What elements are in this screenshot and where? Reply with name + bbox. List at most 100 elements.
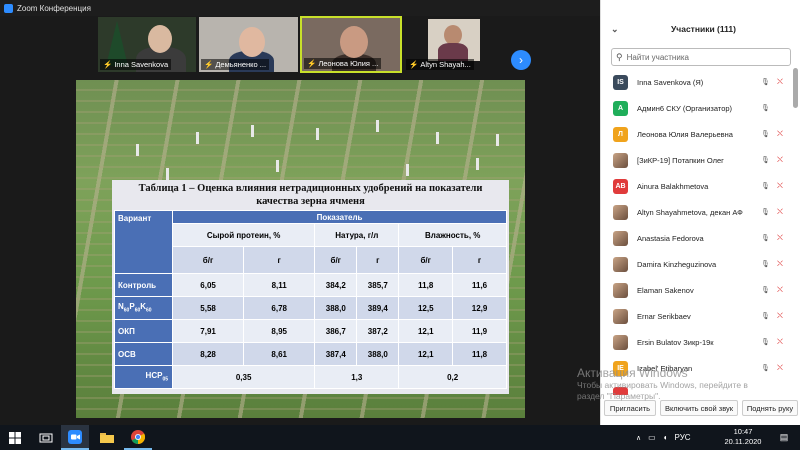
mic-muted-icon: ⚡ — [409, 60, 419, 69]
zoom-logo-icon — [4, 3, 13, 13]
table-cell: 0,2 — [398, 365, 507, 389]
video-tile[interactable]: ⚡ Inna Savenkova — [97, 16, 197, 73]
mic-muted-icon: 🎙 — [761, 339, 770, 346]
table-title: Таблица 1 – Оценка влияния нетрадиционны… — [138, 183, 483, 207]
mic-muted-icon: ⚡ — [204, 60, 214, 69]
avatar — [613, 282, 628, 298]
mic-muted-icon: 🎙 — [761, 105, 770, 112]
table-cell: 11,6 — [452, 273, 507, 297]
participant-row[interactable]: Elaman Sakenov 🎙 ⛌ — [601, 277, 791, 303]
raise-hand-button[interactable]: Поднять руку — [742, 400, 798, 416]
participant-row[interactable]: [ЗиКР-19] Потапкин Олег 🎙 ⛌ — [601, 147, 791, 173]
mic-muted-icon: 🎙 — [761, 261, 770, 268]
participants-footer: Пригласить Включить свой звук Поднять ру… — [600, 400, 800, 418]
chrome-button[interactable] — [124, 425, 152, 450]
field-stake — [496, 134, 499, 146]
person-head — [148, 25, 172, 53]
network-icon[interactable]: ▭ — [648, 433, 656, 442]
table-cell: 8,95 — [243, 319, 316, 343]
row-label: ОКП — [114, 319, 173, 343]
table-header-variant: Вариант — [114, 210, 173, 274]
column-group-header: Сырой протеин, % — [171, 223, 316, 247]
participant-row[interactable]: Damira Kinzheguzinova 🎙 ⛌ — [601, 251, 791, 277]
tile-caption: ⚡ Демьяненко ... — [201, 59, 270, 70]
data-table-card: Таблица 1 – Оценка влияния нетрадиционны… — [112, 180, 509, 394]
table-cell: 8,28 — [171, 342, 245, 366]
shared-screen: Таблица 1 – Оценка влияния нетрадиционны… — [0, 74, 600, 425]
table-cell: 387,2 — [356, 319, 400, 343]
participant-name: Altyn Shayahmetova, декан АФ — [637, 207, 743, 217]
field-stake — [476, 158, 479, 170]
participant-name: Админ6 СКУ (Организатор) — [637, 103, 733, 113]
avatar — [613, 308, 628, 324]
participant-list-scrollbar[interactable] — [793, 68, 798, 108]
video-strip: ⚡ Inna Savenkova ⚡ Демьяненко ... ⚡ Леонова… — [0, 16, 600, 74]
subcolumn-header: б/г — [314, 246, 358, 274]
chevron-up-icon[interactable]: ∧ — [636, 434, 641, 442]
subcolumn-header: б/г — [398, 246, 454, 274]
table-header-indicator: Показатель — [172, 210, 507, 224]
mic-muted-icon: 🎙 — [761, 287, 770, 294]
chevron-down-icon[interactable]: ⌄ — [611, 24, 619, 35]
row-label: Контроль — [114, 273, 173, 297]
row-label: ОСВ — [114, 342, 173, 366]
tile-caption: ⚡ Altyn Shayah... — [406, 59, 474, 70]
table-cell: 11,8 — [398, 273, 454, 297]
table-row: Контроль 6,05 8,11 384,2 385,7 11,8 11,6 — [114, 273, 507, 297]
mic-muted-icon: 🎙 — [761, 183, 770, 190]
table-cell: 7,91 — [171, 319, 245, 343]
field-stake — [436, 132, 439, 144]
unmute-self-button[interactable]: Включить свой звук — [660, 400, 738, 416]
row-label: НСР05 — [114, 365, 173, 389]
mic-muted-icon: 🎙 — [761, 209, 770, 216]
field-stake — [196, 132, 199, 144]
participant-row[interactable]: IS Inna Savenkova (Я) 🎙 ⛌ — [601, 69, 791, 95]
table-cell: 12,5 — [398, 296, 454, 320]
participant-name: Anastasia Fedorova — [637, 233, 704, 243]
field-stake — [251, 125, 254, 137]
table-cell: 12,9 — [452, 296, 507, 320]
task-view-button[interactable] — [32, 425, 60, 450]
notification-icon: ▤ — [779, 432, 789, 442]
invite-button[interactable]: Пригласить — [604, 400, 656, 416]
subcolumn-header: г — [356, 246, 400, 274]
table-cell: 388,0 — [314, 296, 358, 320]
avatar: AB — [613, 178, 628, 194]
mic-muted-icon: ⚡ — [307, 59, 317, 68]
volume-icon[interactable]: ◖ — [663, 433, 668, 442]
zoom-taskbar-button[interactable] — [61, 425, 89, 450]
video-tile-active-speaker[interactable]: ⚡ Леонова Юлия ... — [300, 16, 402, 73]
person-head — [444, 25, 462, 45]
table-cell: 386,7 — [314, 319, 358, 343]
participant-row[interactable]: А Админ6 СКУ (Организатор) 🎙 — [601, 95, 791, 121]
notifications-button[interactable]: ▤ — [774, 425, 794, 450]
participant-row[interactable]: Ersin Bulatov Зикр-19к 🎙 ⛌ — [601, 329, 791, 355]
table-cell: 11,9 — [452, 319, 507, 343]
video-tile[interactable]: ⚡ Altyn Shayah... — [403, 16, 503, 73]
avatar: Л — [613, 126, 628, 142]
file-explorer-button[interactable] — [93, 425, 121, 450]
participant-row[interactable]: Altyn Shayahmetova, декан АФ 🎙 ⛌ — [601, 199, 791, 225]
avatar — [613, 204, 628, 220]
window-title-bar: Zoom Конференция — [0, 0, 600, 16]
language-indicator[interactable]: РУС — [675, 433, 691, 442]
table-cell: 6,05 — [171, 273, 245, 297]
start-button[interactable] — [0, 425, 30, 450]
avatar — [613, 152, 628, 168]
video-tile[interactable]: ⚡ Демьяненко ... — [198, 16, 299, 73]
participant-name: Elaman Sakenov — [637, 285, 694, 295]
participant-search-input[interactable]: ⚲ Найти участника — [611, 48, 791, 66]
participant-row[interactable]: AB Ainura Balakhmetova 🎙 ⛌ — [601, 173, 791, 199]
table-cell: 12,1 — [398, 342, 454, 366]
data-table: Вариант Показатель Сырой протеин, % Нату… — [114, 210, 507, 389]
participant-name: Damira Kinzheguzinova — [637, 259, 717, 269]
field-stake — [406, 164, 409, 176]
participant-row[interactable]: Ernar Serikbaev 🎙 ⛌ — [601, 303, 791, 329]
taskbar-clock[interactable]: 10:47 20.11.2020 — [722, 427, 764, 447]
table-cell: 8,11 — [243, 273, 316, 297]
participant-name: Inna Savenkova (Я) — [637, 77, 704, 87]
participant-row[interactable]: Anastasia Fedorova 🎙 ⛌ — [601, 225, 791, 251]
next-page-button[interactable]: › — [511, 50, 531, 70]
participant-row[interactable]: Л Леонова Юлия Валерьевна 🎙 ⛌ — [601, 121, 791, 147]
table-cell: 5,58 — [171, 296, 245, 320]
